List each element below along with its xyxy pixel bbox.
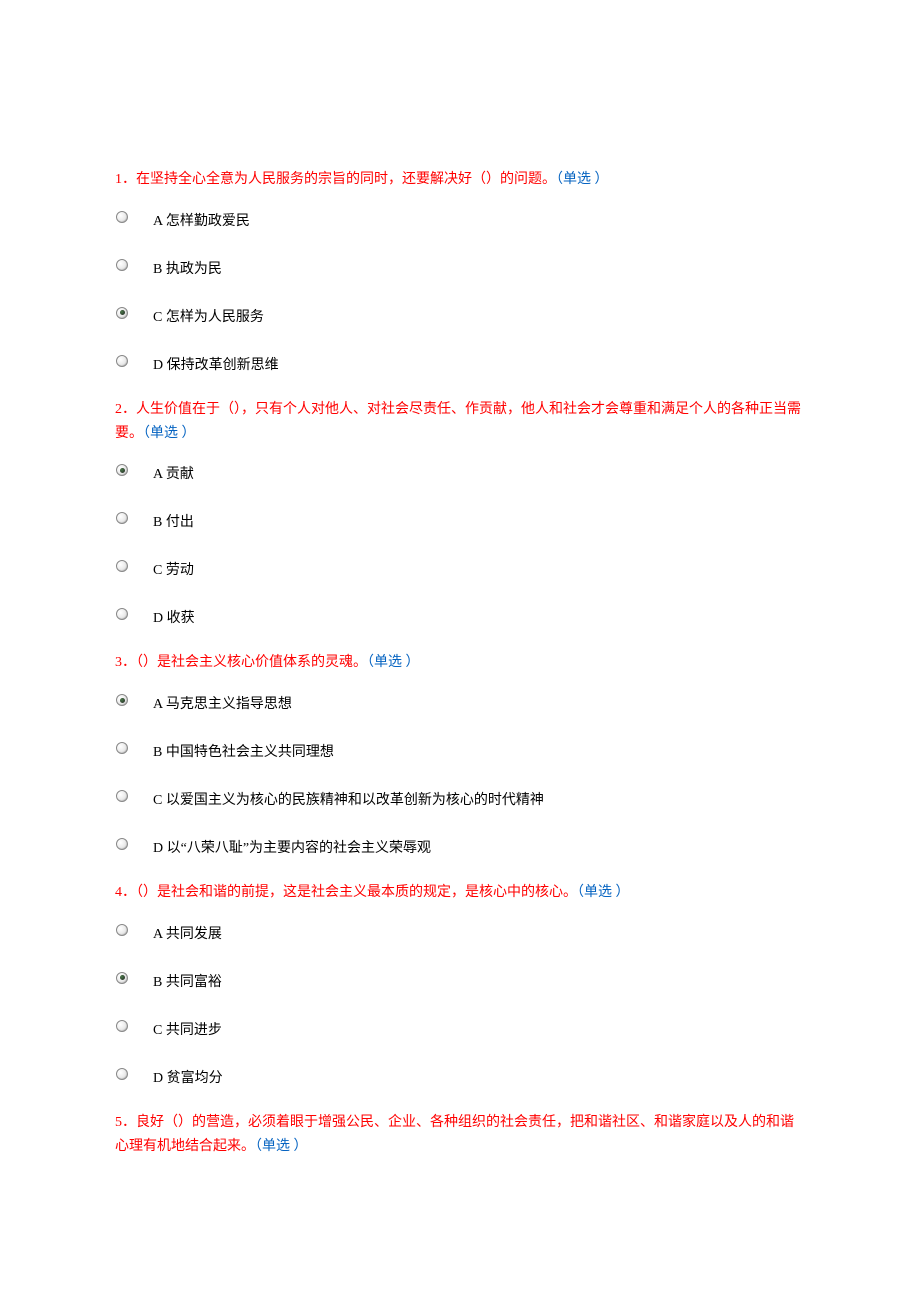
option-row[interactable]: D 保持改革创新思维 [115,350,805,378]
question-text: 5．良好（）的营造，必须着眼于增强公民、企业、各种组织的社会责任，把和谐社区、和… [115,1111,805,1159]
question-type-badge: （单选 ） [577,885,630,900]
radio-button[interactable] [115,354,129,368]
radio-button[interactable] [115,741,129,755]
question-text: 1．在坚持全心全意为人民服务的宗旨的同时，还要解决好（）的问题。（单选 ） [115,168,805,192]
question-body: 在坚持全心全意为人民服务的宗旨的同时，还要解决好（）的问题。 [136,172,556,187]
question-body: （）是社会主义核心价值体系的灵魂。 [136,655,367,670]
question-text: 2．人生价值在于（），只有个人对他人、对社会尽责任、作贡献，他人和社会才会尊重和… [115,398,805,446]
option-row[interactable]: A 共同发展 [115,919,805,947]
radio-outer-circle [116,211,128,223]
option-label: D 以“八荣八耻”为主要内容的社会主义荣辱观 [153,837,431,857]
radio-dot-icon [120,310,125,315]
option-row[interactable]: C 劳动 [115,555,805,583]
radio-outer-circle [116,259,128,271]
radio-button[interactable] [115,306,129,320]
radio-dot-icon [120,698,125,703]
radio-dot-icon [120,975,125,980]
question-body: （）是社会和谐的前提，这是社会主义最本质的规定，是核心中的核心。 [136,885,577,900]
radio-button[interactable] [115,789,129,803]
question-number: 5． [115,1115,136,1130]
radio-outer-circle [116,464,128,476]
option-row[interactable]: A 贡献 [115,459,805,487]
question-number: 4． [115,885,136,900]
radio-button[interactable] [115,511,129,525]
option-row[interactable]: C 怎样为人民服务 [115,302,805,330]
option-label: A 共同发展 [153,923,222,943]
option-row[interactable]: B 中国特色社会主义共同理想 [115,737,805,765]
question-number: 2． [115,402,136,417]
question-type-badge: （单选 ） [255,1139,308,1154]
question-body: 人生价值在于（），只有个人对他人、对社会尽责任、作贡献，他人和社会才会尊重和满足… [115,402,801,441]
radio-outer-circle [116,512,128,524]
option-row[interactable]: A 马克思主义指导思想 [115,689,805,717]
question-type-badge: （单选 ） [367,655,420,670]
radio-outer-circle [116,608,128,620]
option-label: C 劳动 [153,559,194,579]
radio-button[interactable] [115,923,129,937]
radio-outer-circle [116,307,128,319]
option-label: A 贡献 [153,463,194,483]
option-label: B 付出 [153,511,194,531]
radio-outer-circle [116,838,128,850]
option-row[interactable]: D 收获 [115,603,805,631]
radio-button[interactable] [115,210,129,224]
radio-button[interactable] [115,559,129,573]
question-type-badge: （单选 ） [143,426,196,441]
option-label: D 贫富均分 [153,1067,223,1087]
option-row[interactable]: D 以“八荣八耻”为主要内容的社会主义荣辱观 [115,833,805,861]
question-text: 3．（）是社会主义核心价值体系的灵魂。（单选 ） [115,651,805,675]
option-label: B 执政为民 [153,258,222,278]
option-label: B 共同富裕 [153,971,222,991]
option-label: A 怎样勤政爱民 [153,210,250,230]
radio-outer-circle [116,560,128,572]
option-row[interactable]: B 付出 [115,507,805,535]
radio-button[interactable] [115,463,129,477]
radio-outer-circle [116,355,128,367]
question-body: 良好（）的营造，必须着眼于增强公民、企业、各种组织的社会责任，把和谐社区、和谐家… [115,1115,794,1154]
radio-outer-circle [116,1068,128,1080]
option-label: D 保持改革创新思维 [153,354,279,374]
option-row[interactable]: B 共同富裕 [115,967,805,995]
option-row[interactable]: C 以爱国主义为核心的民族精神和以改革创新为核心的时代精神 [115,785,805,813]
question-number: 1． [115,172,136,187]
radio-button[interactable] [115,837,129,851]
radio-outer-circle [116,924,128,936]
option-row[interactable]: B 执政为民 [115,254,805,282]
radio-outer-circle [116,790,128,802]
quiz-page: 1．在坚持全心全意为人民服务的宗旨的同时，还要解决好（）的问题。（单选 ）A 怎… [0,0,920,1213]
option-label: D 收获 [153,607,195,627]
radio-button[interactable] [115,1019,129,1033]
radio-button[interactable] [115,607,129,621]
radio-button[interactable] [115,693,129,707]
option-row[interactable]: C 共同进步 [115,1015,805,1043]
question-number: 3． [115,655,136,670]
radio-outer-circle [116,742,128,754]
radio-outer-circle [116,1020,128,1032]
option-row[interactable]: A 怎样勤政爱民 [115,206,805,234]
question-type-badge: （单选 ） [556,172,609,187]
option-label: B 中国特色社会主义共同理想 [153,741,334,761]
radio-button[interactable] [115,258,129,272]
radio-outer-circle [116,972,128,984]
option-label: C 共同进步 [153,1019,222,1039]
option-label: C 怎样为人民服务 [153,306,264,326]
radio-outer-circle [116,694,128,706]
option-label: A 马克思主义指导思想 [153,693,292,713]
radio-button[interactable] [115,1067,129,1081]
option-label: C 以爱国主义为核心的民族精神和以改革创新为核心的时代精神 [153,789,544,809]
question-text: 4．（）是社会和谐的前提，这是社会主义最本质的规定，是核心中的核心。（单选 ） [115,881,805,905]
radio-dot-icon [120,468,125,473]
radio-button[interactable] [115,971,129,985]
option-row[interactable]: D 贫富均分 [115,1063,805,1091]
